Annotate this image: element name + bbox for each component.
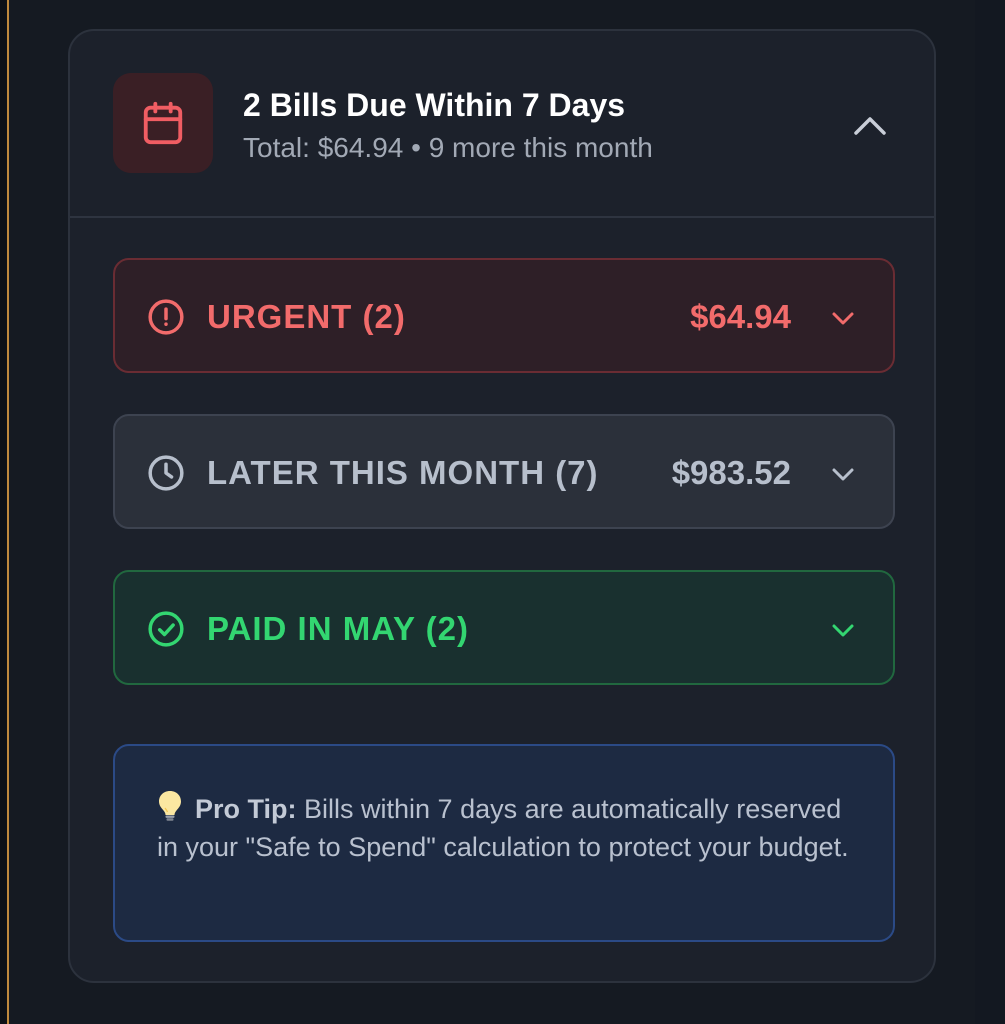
section-urgent-label: URGENT (2)	[207, 298, 406, 335]
section-later-label: LATER THIS MONTH (7)	[207, 454, 599, 491]
bills-header[interactable]: 2 Bills Due Within 7 Days Total: $64.94 …	[70, 31, 934, 218]
section-urgent[interactable]: URGENT (2) $64.94	[113, 258, 895, 373]
chevron-down-icon	[832, 624, 854, 637]
pro-tip-box: Pro Tip: Bills within 7 days are automat…	[113, 744, 895, 942]
calendar-icon	[143, 101, 183, 145]
pro-tip-label: Pro Tip:	[195, 794, 297, 824]
chevron-down-icon	[832, 312, 854, 325]
chevron-up-icon	[854, 117, 886, 135]
window-edge-right	[975, 0, 1005, 1024]
chevron-down-icon	[832, 468, 854, 481]
section-paid-in-may[interactable]: PAID IN MAY (2)	[113, 570, 895, 685]
bills-due-card: 2 Bills Due Within 7 Days Total: $64.94 …	[68, 29, 936, 983]
check-circle-icon	[148, 611, 184, 647]
clock-icon	[148, 455, 184, 491]
lightbulb-icon	[159, 791, 181, 821]
section-paid-label: PAID IN MAY (2)	[207, 610, 469, 647]
section-later-this-month[interactable]: LATER THIS MONTH (7) $983.52	[113, 414, 895, 529]
calendar-icon-badge	[113, 73, 213, 173]
section-later-amount: $983.52	[671, 454, 791, 491]
section-urgent-amount: $64.94	[690, 298, 791, 335]
page-title: 2 Bills Due Within 7 Days	[243, 87, 626, 123]
window-edge-left	[0, 0, 9, 1024]
bills-summary: Total: $64.94 • 9 more this month	[243, 132, 653, 163]
alert-circle-icon	[148, 299, 184, 335]
collapse-button[interactable]	[848, 107, 892, 143]
